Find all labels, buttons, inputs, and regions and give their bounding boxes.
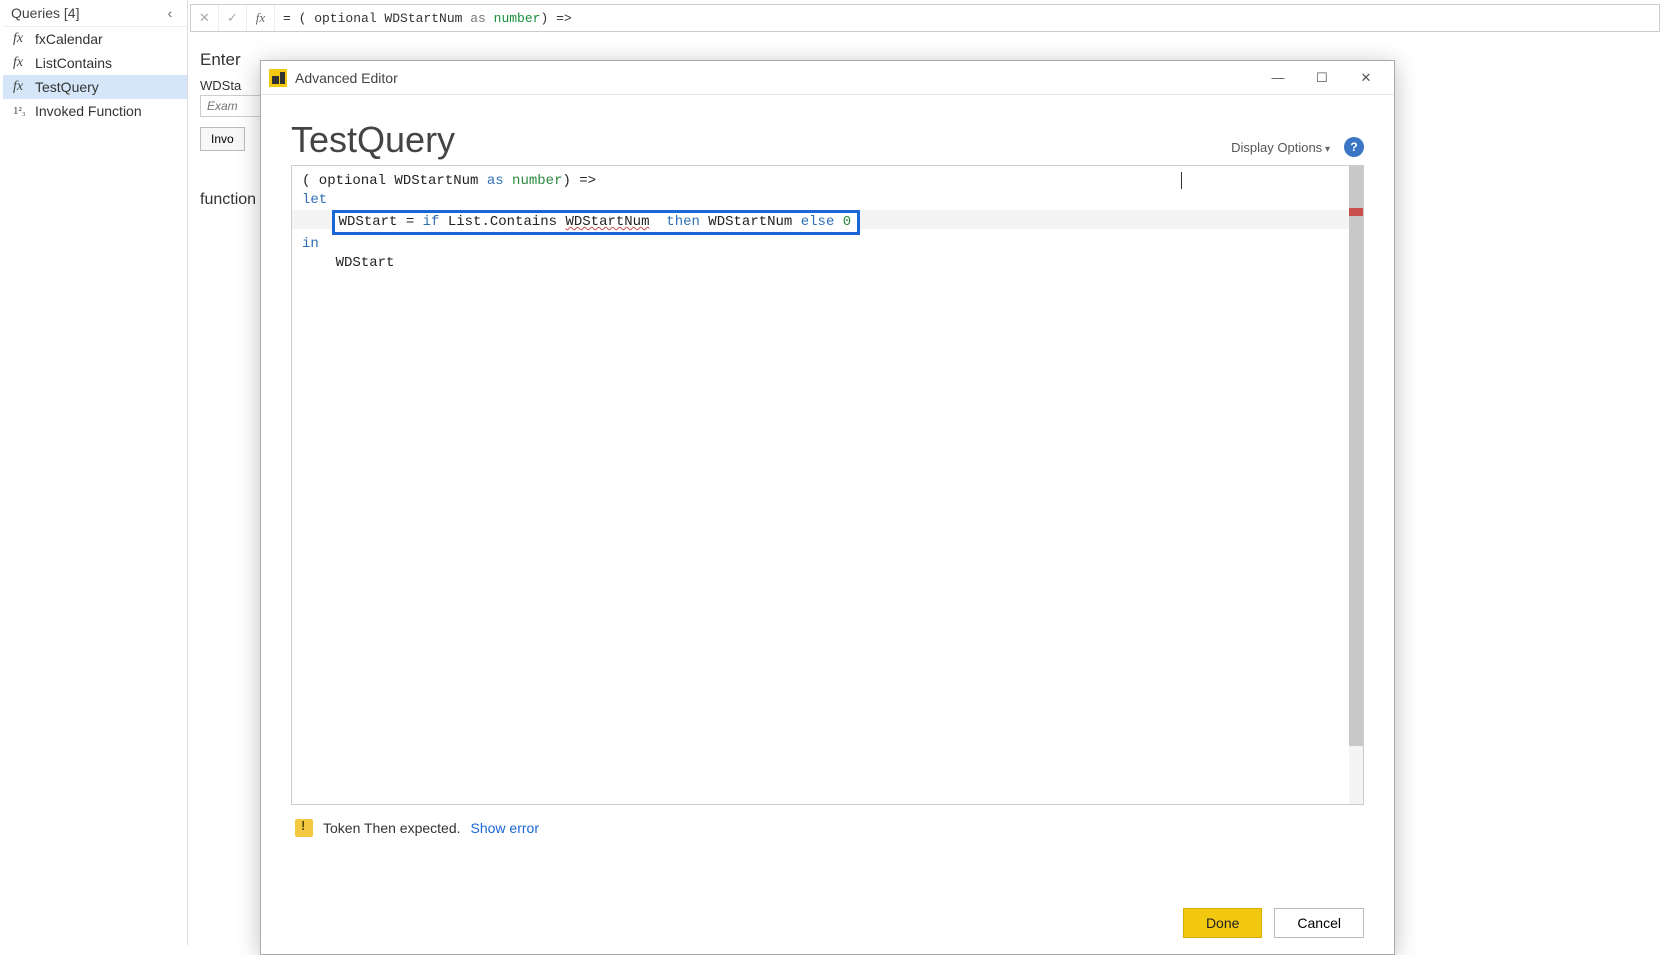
error-bar: Token Then expected. Show error	[291, 811, 1364, 845]
query-label: fxCalendar	[35, 31, 103, 47]
warning-icon	[295, 819, 313, 837]
collapse-panel-icon[interactable]: ‹	[161, 4, 179, 22]
cancel-formula-icon[interactable]: ✕	[191, 5, 219, 31]
show-error-link[interactable]: Show error	[471, 820, 539, 836]
fx-icon: fx	[13, 79, 29, 95]
error-message: Token Then expected.	[323, 820, 461, 836]
formula-bar: ✕ ✓ fx = ( optional WDStartNum as number…	[190, 4, 1660, 32]
maximize-icon[interactable]: ☐	[1300, 63, 1344, 93]
error-token: WDStartNum	[565, 214, 649, 230]
queries-panel: Queries [4] ‹ fx fxCalendar fx ListConta…	[3, 0, 188, 945]
text-cursor	[1181, 172, 1182, 189]
query-item-invoked[interactable]: 1²₃ Invoked Function	[3, 99, 187, 123]
query-label: Invoked Function	[35, 103, 142, 119]
code-line[interactable]: in	[302, 235, 1339, 254]
powerbi-icon	[269, 69, 287, 87]
query-item-listcontains[interactable]: fx ListContains	[3, 51, 187, 75]
commit-formula-icon[interactable]: ✓	[219, 5, 247, 31]
help-icon[interactable]: ?	[1344, 137, 1364, 157]
dialog-title: Advanced Editor	[295, 70, 1256, 86]
fx-icon[interactable]: fx	[247, 5, 275, 31]
formula-text[interactable]: = ( optional WDStartNum as number) =>	[275, 11, 1659, 26]
code-line[interactable]: WDStart = if List.Contains WDStartNum th…	[302, 210, 1339, 235]
dialog-titlebar[interactable]: Advanced Editor — ☐ ✕	[261, 61, 1394, 95]
query-label: ListContains	[35, 55, 112, 71]
code-editor[interactable]: ( optional WDStartNum as number) => let …	[291, 165, 1364, 805]
fx-icon: fx	[13, 55, 29, 71]
done-button[interactable]: Done	[1183, 908, 1262, 938]
display-options-dropdown[interactable]: Display Options	[1231, 140, 1330, 155]
fx-icon: fx	[13, 31, 29, 47]
queries-header: Queries [4] ‹	[3, 0, 187, 27]
code-line[interactable]: let	[302, 191, 1339, 210]
number-icon: 1²₃	[13, 105, 29, 117]
dialog-footer: Done Cancel	[1183, 908, 1364, 938]
cancel-button[interactable]: Cancel	[1274, 908, 1364, 938]
editor-scrollbar[interactable]	[1349, 166, 1363, 804]
query-item-fxcalendar[interactable]: fx fxCalendar	[3, 27, 187, 51]
code-line[interactable]: WDStart	[302, 254, 1339, 273]
minimize-icon[interactable]: —	[1256, 63, 1300, 93]
formula-area: ✕ ✓ fx = ( optional WDStartNum as number…	[190, 0, 1660, 36]
query-item-testquery[interactable]: fx TestQuery	[3, 75, 187, 99]
queries-title: Queries [4]	[11, 5, 79, 21]
selection-highlight: WDStart = if List.Contains WDStartNum th…	[332, 210, 861, 235]
query-label: TestQuery	[35, 79, 99, 95]
code-line[interactable]: ( optional WDStartNum as number) =>	[302, 172, 1339, 191]
scrollbar-thumb[interactable]	[1349, 166, 1363, 746]
close-icon[interactable]: ✕	[1344, 63, 1388, 93]
invoke-button[interactable]: Invo	[200, 127, 245, 151]
advanced-editor-dialog: Advanced Editor — ☐ ✕ TestQuery Display …	[260, 60, 1395, 955]
scrollbar-error-marker[interactable]	[1349, 208, 1363, 216]
